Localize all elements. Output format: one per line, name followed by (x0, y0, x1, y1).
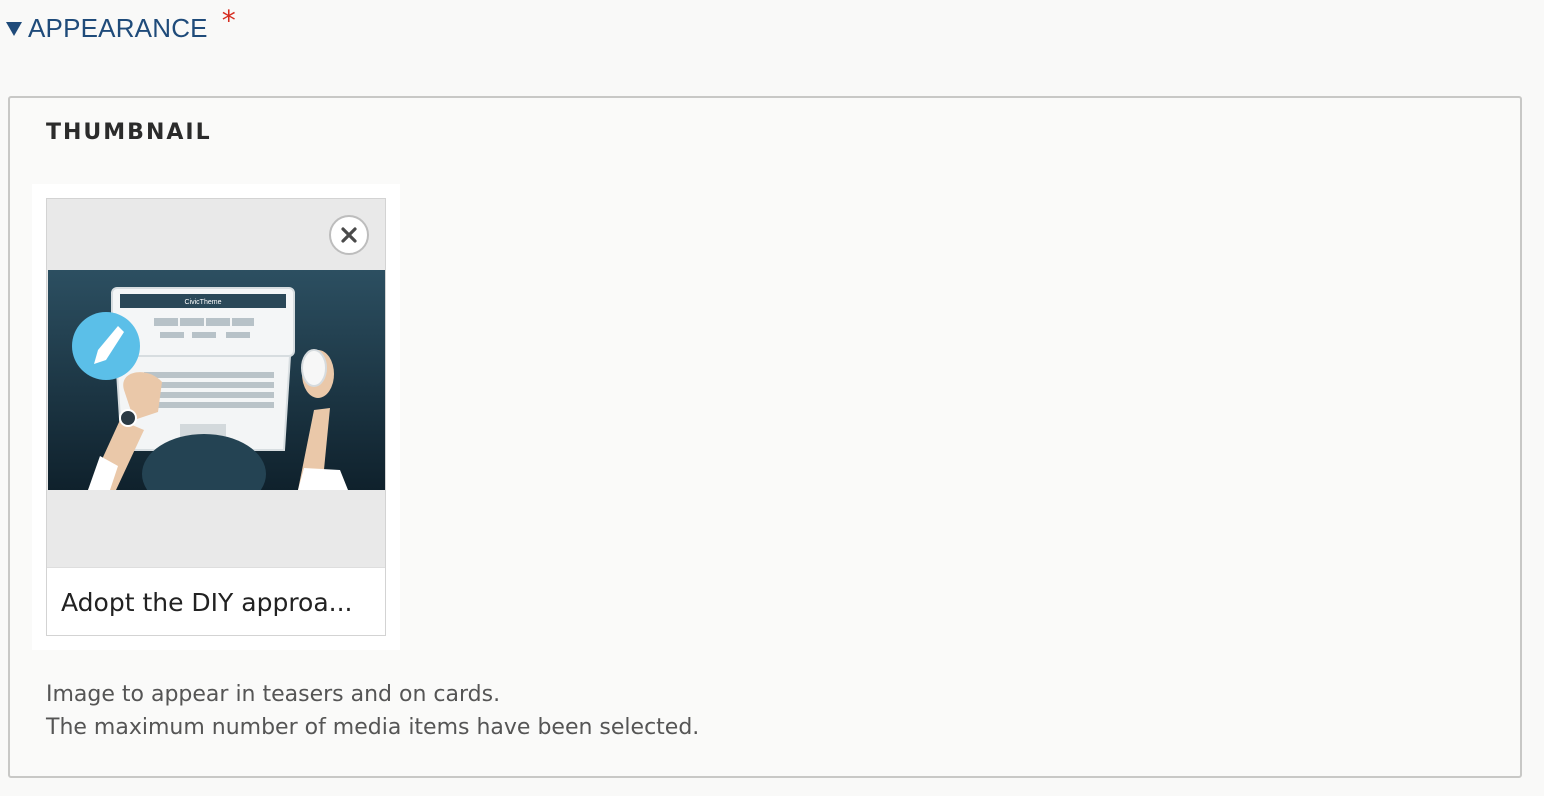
close-circle-icon (341, 227, 357, 243)
media-item-wrapper: CivicTheme Adopt the DIY approa... (32, 184, 400, 650)
fieldset-legend: THUMBNAIL (46, 120, 212, 145)
media-item-caption: Adopt the DIY approa... (47, 567, 385, 635)
max-items-message: The maximum number of media items have b… (46, 715, 700, 740)
media-thumbnail-image: CivicTheme (48, 270, 385, 490)
field-description: Image to appear in teasers and on cards. (46, 682, 501, 707)
remove-media-button[interactable] (329, 215, 369, 255)
thumbnail-brand-text: CivicTheme (185, 299, 222, 306)
appearance-section-toggle[interactable]: APPEARANCE * (6, 4, 236, 48)
media-item: CivicTheme Adopt the DIY approa... (46, 198, 386, 636)
required-marker: * (221, 3, 236, 37)
thumbnail-fieldset: THUMBNAIL CivicTheme Adopt the DIY appro… (8, 96, 1522, 778)
triangle-down-icon (6, 22, 22, 36)
section-title: APPEARANCE (28, 12, 208, 43)
field-help-text: Image to appear in teasers and on cards.… (46, 678, 699, 744)
